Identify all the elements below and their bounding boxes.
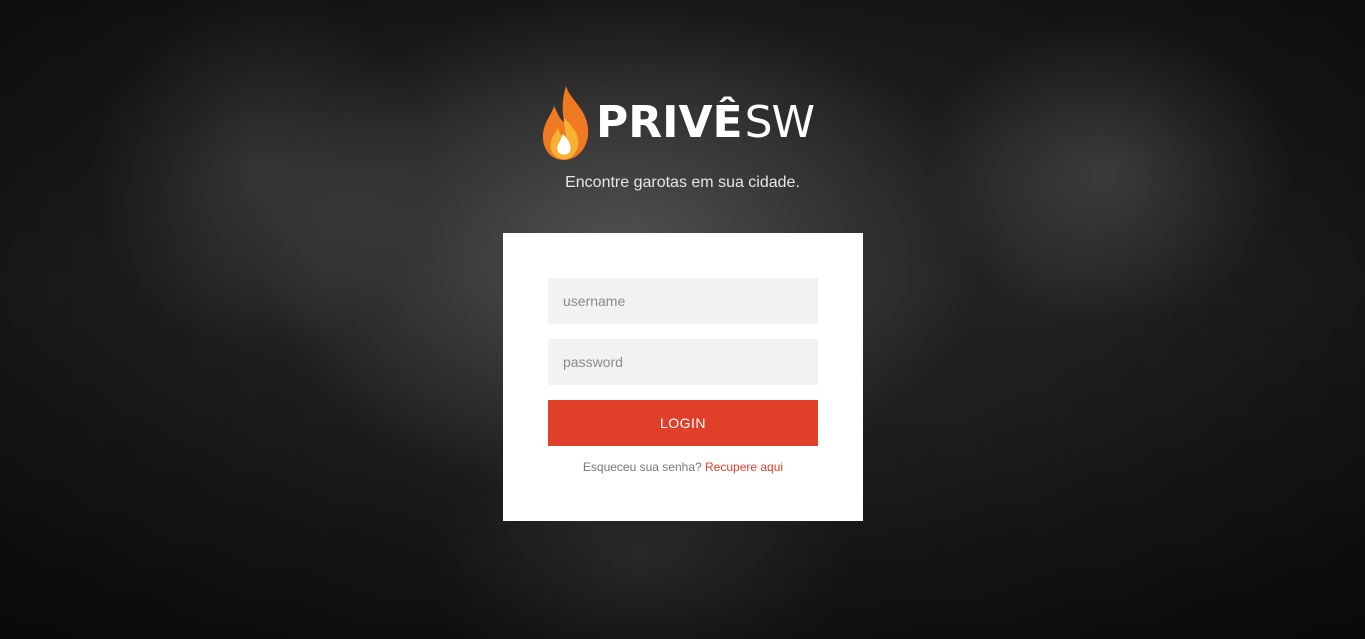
tagline: Encontre garotas em sua cidade.: [565, 174, 800, 191]
login-button[interactable]: LOGIN: [548, 400, 818, 446]
recover-password-link[interactable]: Recupere aqui: [705, 460, 783, 474]
username-input[interactable]: [548, 278, 818, 324]
forgot-password-text: Esqueceu sua senha?: [582, 460, 702, 474]
forgot-password-line: Esqueceu sua senha? Recupere aqui: [503, 460, 863, 474]
brand-name-light: SW: [744, 97, 815, 148]
password-input[interactable]: [548, 339, 818, 385]
flame-icon: [542, 86, 589, 160]
login-card: LOGIN Esqueceu sua senha? Recupere aqui: [503, 233, 863, 521]
brand-name-bold: PRIVÊ: [596, 97, 743, 148]
login-page: PRIVÊ SW Encontre garotas em sua cidade.…: [0, 0, 1365, 639]
brand-wordmark: PRIVÊ SW: [596, 97, 815, 148]
brand-logo: PRIVÊ SW: [540, 82, 815, 164]
